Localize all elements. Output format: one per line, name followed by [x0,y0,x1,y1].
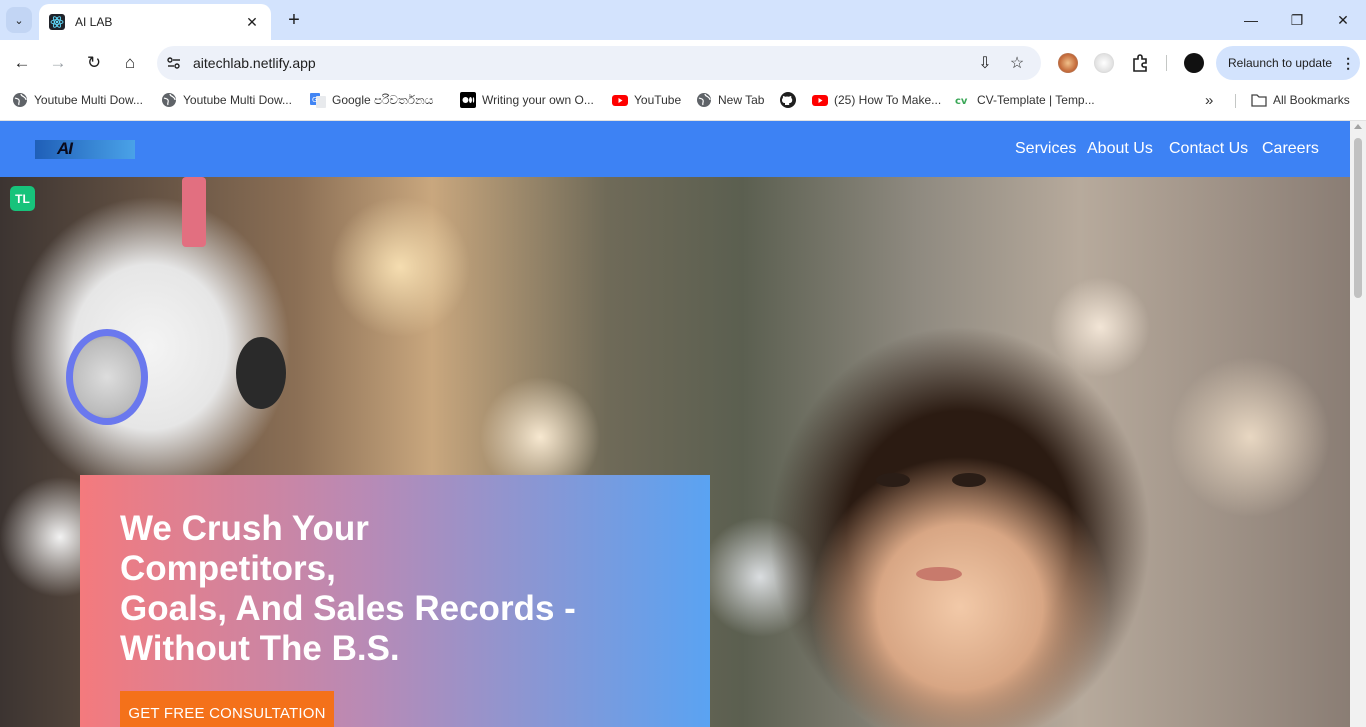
react-atom-icon [49,14,65,30]
extension-badge-icon[interactable]: TL [10,186,35,211]
profile-avatar[interactable] [1184,53,1204,73]
restore-button[interactable]: ❐ [1274,0,1320,40]
nav-careers[interactable]: Careers [1262,140,1319,158]
puzzle-extensions-icon[interactable] [1130,53,1150,73]
bookmark-item[interactable]: (25) How To Make... [812,91,941,109]
bookmark-item[interactable] [780,91,802,109]
bookmark-label: (25) How To Make... [834,93,942,107]
page-scrollbar[interactable] [1350,121,1366,727]
browser-toolbar: ← → ↻ ⌂ aitechlab.netlify.app ⇩ ☆ Relaun… [0,40,1366,86]
child-mouth [916,567,962,581]
cv-icon: cv [955,96,968,107]
bookmark-label: New Tab [718,93,765,107]
web-page: AI Services About Us Contact Us Careers … [0,121,1350,727]
hero-image: TL We Crush Your Competitors, Goals, And… [0,177,1350,727]
chevron-down-icon: ⌄ [14,14,24,27]
globe-icon [697,93,711,107]
headline-line: Without The B.S. [120,629,400,668]
bookmark-item[interactable]: New Tab [696,91,764,109]
forward-button[interactable]: → [44,49,72,77]
bookmark-label: CV-Template | Temp... [977,93,1095,107]
minimize-button[interactable]: — [1228,0,1274,40]
browser-tab[interactable]: AI LAB ✕ [39,4,271,40]
child-eye-right [952,473,986,487]
bookmark-label: Youtube Multi Dow... [34,93,143,107]
tab-strip: ⌄ AI LAB ✕ + — ❐ ✕ [0,0,1366,40]
google-translate-icon: G [310,93,326,108]
scroll-up-icon[interactable] [1354,124,1362,129]
relaunch-label: Relaunch to update [1228,56,1333,70]
bookmarks-overflow-button[interactable]: » [1205,91,1213,109]
robot-antenna [182,177,206,247]
site-navbar: AI Services About Us Contact Us Careers [0,121,1350,177]
site-info-icon[interactable] [166,55,182,71]
bookmark-item[interactable]: Writing your own O... [460,91,594,109]
logo-text: AI [57,139,73,158]
bookmarks-divider [1235,94,1236,108]
child-eye-left [876,473,910,487]
youtube-icon [812,95,828,106]
reload-button[interactable]: ↻ [80,49,108,77]
relaunch-button[interactable]: Relaunch to update ⋮ [1216,46,1360,80]
address-bar[interactable]: aitechlab.netlify.app ⇩ ☆ [157,46,1041,80]
scroll-thumb[interactable] [1354,138,1362,298]
all-bookmarks-button[interactable]: All Bookmarks [1251,91,1350,109]
bookmark-item[interactable]: cv CV-Template | Temp... [955,91,1095,109]
site-logo[interactable]: AI [35,139,135,159]
extension-avatar-icon[interactable] [1058,53,1078,73]
nav-contact-us[interactable]: Contact Us [1169,140,1248,158]
tab-search-button[interactable]: ⌄ [6,7,32,33]
install-app-icon[interactable]: ⇩ [975,53,995,73]
bookmark-item[interactable]: G Google පරිවර්තනය [310,91,433,109]
hero-headline: We Crush Your Competitors, Goals, And Sa… [120,509,680,669]
hero-card: We Crush Your Competitors, Goals, And Sa… [80,475,710,727]
globe-icon [13,93,27,107]
nav-about-us[interactable]: About Us [1087,140,1153,158]
headline-line: Goals, And Sales Records - [120,589,576,628]
folder-icon [1251,94,1267,107]
all-bookmarks-label: All Bookmarks [1273,93,1350,107]
bookmark-label: YouTube [634,93,682,107]
bookmark-label: Google පරිවර්තනය [332,92,434,107]
extension-icon[interactable] [1094,53,1114,73]
headline-line: Competitors, [120,549,336,588]
svg-text:cv: cv [955,96,968,107]
bookmark-label: Youtube Multi Dow... [183,93,292,107]
new-tab-button[interactable]: + [282,8,306,32]
bookmark-item[interactable]: Youtube Multi Dow... [161,91,292,109]
github-icon [780,92,796,108]
medium-icon [460,92,476,108]
bookmark-item[interactable]: Youtube Multi Dow... [12,91,143,109]
robot-eye [66,329,148,425]
youtube-icon [612,95,628,106]
robot-eye-side [236,337,286,409]
back-button[interactable]: ← [8,49,36,77]
menu-kebab-icon[interactable]: ⋮ [1341,55,1355,72]
tab-title: AI LAB [75,15,113,29]
bookmarks-bar: Youtube Multi Dow... Youtube Multi Dow..… [0,86,1366,115]
bookmark-star-icon[interactable]: ☆ [1007,53,1027,73]
toolbar-divider [1166,55,1167,71]
nav-services[interactable]: Services [1015,140,1076,158]
headline-line: We Crush Your [120,509,369,548]
free-consultation-button[interactable]: GET FREE CONSULTATION [120,691,334,727]
tab-close-icon[interactable]: ✕ [243,14,261,31]
url-text[interactable]: aitechlab.netlify.app [193,55,316,71]
bookmark-label: Writing your own O... [482,93,594,107]
home-button[interactable]: ⌂ [116,49,144,77]
bookmark-item[interactable]: YouTube [612,91,681,109]
globe-icon [162,93,176,107]
svg-text:G: G [312,96,317,104]
window-close-button[interactable]: ✕ [1320,0,1366,40]
